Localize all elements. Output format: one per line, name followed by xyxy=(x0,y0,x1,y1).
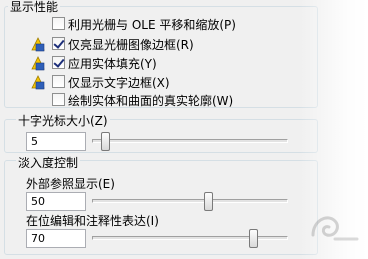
crosshair-size-slider-track[interactable] xyxy=(92,139,288,143)
fade-control-title: 淡入度控制 xyxy=(16,154,81,171)
inplace-edit-slider-track[interactable] xyxy=(92,236,288,240)
drawing-setting-icon xyxy=(31,75,45,90)
crosshair-size-title: 十字光标大小(Z) xyxy=(16,112,110,129)
drawing-setting-icon xyxy=(31,56,45,71)
true-silhouettes-checkbox[interactable] xyxy=(52,93,65,106)
xref-display-input[interactable]: 50 xyxy=(26,192,86,211)
raster-ole-pan-zoom-label[interactable]: 利用光栅与 OLE 平移和缩放(P) xyxy=(68,16,236,33)
xref-display-slider-track[interactable] xyxy=(92,199,288,203)
inplace-edit-input[interactable]: 70 xyxy=(26,229,86,248)
solid-fill-label[interactable]: 应用实体填充(Y) xyxy=(68,55,157,72)
text-frame-only-checkbox[interactable] xyxy=(52,75,65,88)
inplace-edit-label: 在位编辑和注释性表达(I) xyxy=(26,214,159,228)
xref-display-label: 外部参照显示(E) xyxy=(26,177,115,191)
inplace-edit-slider-thumb[interactable] xyxy=(249,229,259,248)
crosshair-size-input[interactable]: 5 xyxy=(26,132,86,151)
true-silhouettes-label[interactable]: 绘制实体和曲面的真实轮廓(W) xyxy=(68,92,233,109)
watermark-logo xyxy=(311,216,359,241)
drawing-setting-icon xyxy=(31,37,45,52)
raster-ole-pan-zoom-checkbox[interactable] xyxy=(52,17,65,30)
text-frame-only-label[interactable]: 仅显示文字边框(X) xyxy=(68,74,170,91)
crosshair-size-slider-thumb[interactable] xyxy=(101,132,111,151)
display-performance-title: 显示性能 xyxy=(8,0,61,15)
solid-fill-checkbox[interactable] xyxy=(52,56,65,69)
raster-frame-only-checkbox[interactable] xyxy=(52,37,65,50)
raster-frame-only-label[interactable]: 仅亮显光栅图像边框(R) xyxy=(68,36,194,53)
xref-display-slider-thumb[interactable] xyxy=(204,192,214,211)
